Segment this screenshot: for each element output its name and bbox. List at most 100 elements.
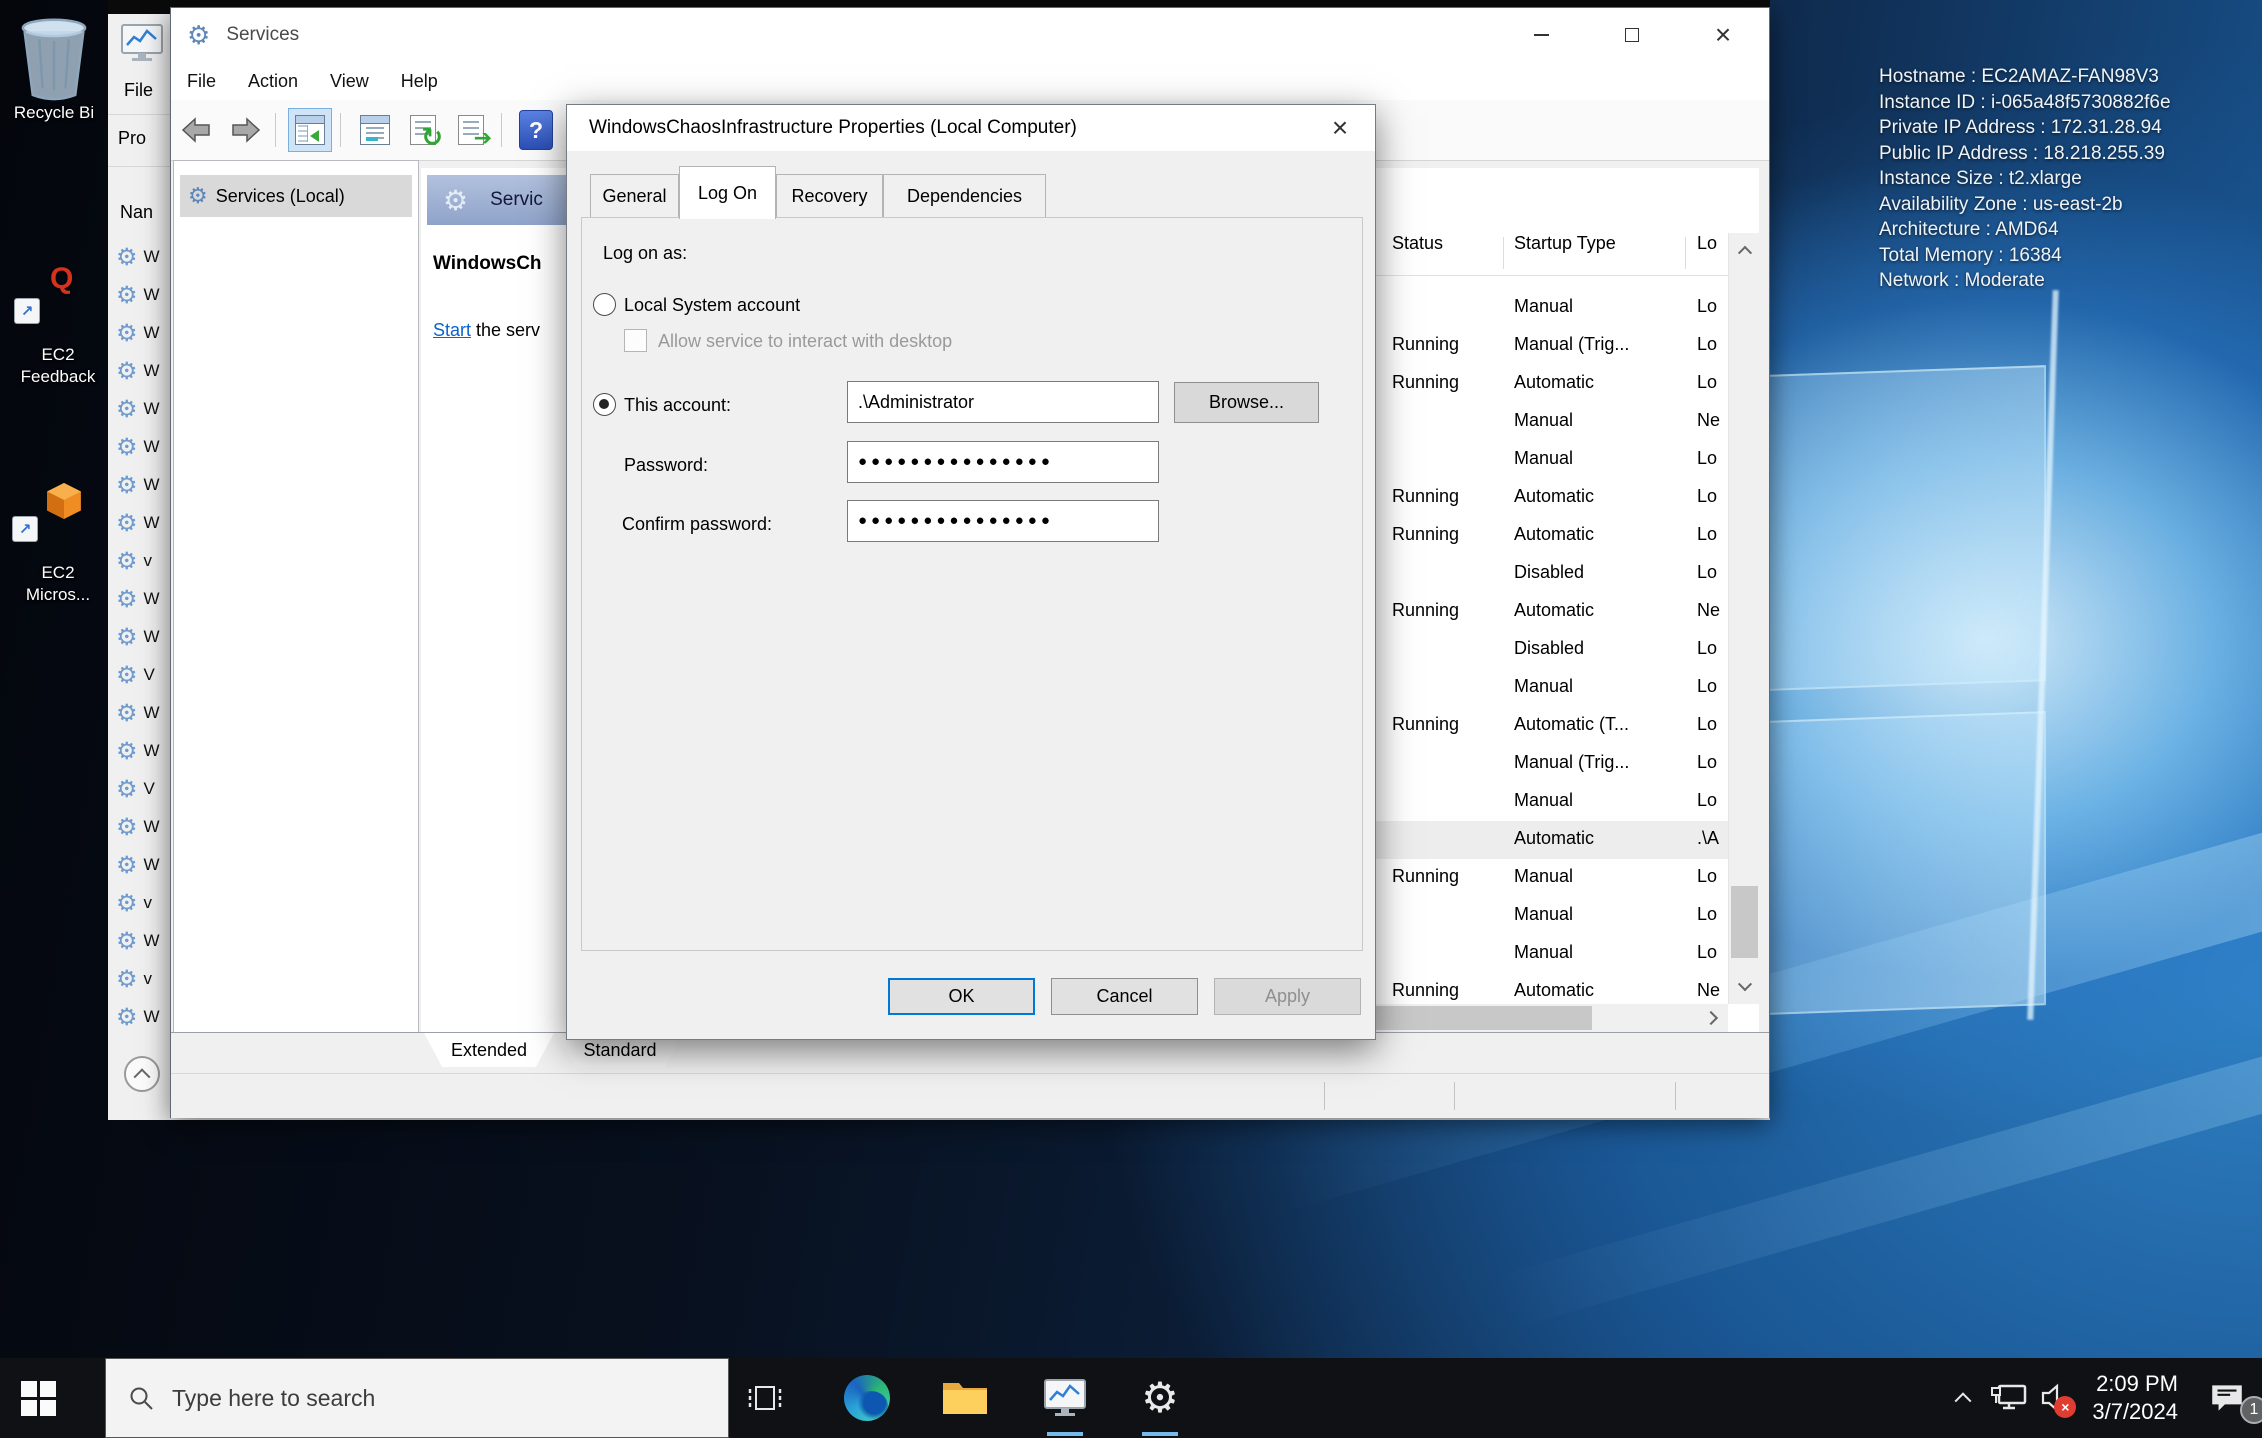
- local-system-radio[interactable]: [593, 293, 616, 316]
- scrollbar-thumb[interactable]: [1731, 886, 1758, 958]
- start-button[interactable]: [0, 1358, 76, 1438]
- this-account-radio[interactable]: [593, 393, 616, 416]
- tab-extended[interactable]: Extended: [424, 1033, 554, 1067]
- service-list-row[interactable]: Manual Lo: [1372, 783, 1728, 821]
- service-list-row[interactable]: Disabled Lo: [1372, 555, 1728, 593]
- service-list-row[interactable]: Automatic .\A: [1372, 821, 1728, 859]
- services-list-panel: Status Startup Type Lo Manual Lo Running…: [1371, 168, 1759, 1032]
- chevron-right-icon: [1704, 1011, 1718, 1025]
- system-info-line: Instance Size : t2.xlarge: [1879, 166, 2259, 192]
- start-service-link[interactable]: Start: [433, 320, 471, 340]
- confirm-password-label: Confirm password:: [622, 514, 772, 535]
- bg-menu-file[interactable]: File: [124, 80, 153, 101]
- service-list-row[interactable]: Running Manual Lo: [1372, 859, 1728, 897]
- cell-startup-type: Manual: [1514, 866, 1682, 887]
- menu-item[interactable]: File: [171, 71, 232, 92]
- service-list-row[interactable]: Manual Lo: [1372, 669, 1728, 707]
- services-titlebar[interactable]: ⚙ Services ×: [171, 8, 1769, 62]
- task-view-icon: [746, 1381, 784, 1415]
- service-list-row[interactable]: Running Automatic (T... Lo: [1372, 707, 1728, 745]
- file-explorer-button[interactable]: [935, 1358, 995, 1438]
- interact-desktop-checkbox[interactable]: [624, 329, 647, 352]
- vertical-scrollbar[interactable]: [1728, 233, 1760, 1004]
- service-list-row[interactable]: Running Automatic Lo: [1372, 479, 1728, 517]
- column-header-startup-type[interactable]: Startup Type: [1514, 233, 1682, 254]
- cancel-button[interactable]: Cancel: [1051, 978, 1198, 1015]
- help-button[interactable]: ?: [514, 108, 558, 152]
- edge-button[interactable]: [837, 1358, 897, 1438]
- desktop-icon-ec2-microservice[interactable]: ↗ EC2 Micros...: [6, 478, 110, 606]
- chevron-up-icon: [1955, 1392, 1972, 1409]
- dialog-titlebar[interactable]: WindowsChaosInfrastructure Properties (L…: [567, 105, 1375, 151]
- services-app-button[interactable]: ⚙: [1130, 1358, 1190, 1438]
- service-list-row[interactable]: Manual Lo: [1372, 441, 1728, 479]
- column-header-log-on-as[interactable]: Lo: [1697, 233, 1727, 254]
- log-on-tab-page: [581, 217, 1363, 951]
- browse-button[interactable]: Browse...: [1174, 382, 1319, 423]
- tray-expand-button[interactable]: [1940, 1358, 1986, 1438]
- cell-log-on-as: Lo: [1697, 866, 1727, 887]
- service-list-row[interactable]: Running Manual (Trig... Lo: [1372, 327, 1728, 365]
- service-list-row[interactable]: Disabled Lo: [1372, 631, 1728, 669]
- service-list-row[interactable]: Manual Lo: [1372, 289, 1728, 327]
- scroll-up-arrow[interactable]: [1729, 233, 1760, 267]
- back-button[interactable]: [175, 108, 219, 152]
- tab-log-on[interactable]: Log On: [679, 166, 776, 219]
- scroll-up-button[interactable]: [124, 1056, 160, 1092]
- service-list-row[interactable]: Manual Lo: [1372, 935, 1728, 973]
- scroll-down-arrow[interactable]: [1729, 970, 1760, 1004]
- taskbar-search[interactable]: [105, 1358, 729, 1438]
- column-header-status[interactable]: Status: [1392, 233, 1500, 254]
- clock-time: 2:09 PM: [2092, 1370, 2178, 1398]
- minimize-button[interactable]: [1509, 8, 1573, 62]
- service-list-row[interactable]: Running Automatic Lo: [1372, 365, 1728, 403]
- task-view-button[interactable]: [735, 1358, 795, 1438]
- menu-item[interactable]: View: [314, 71, 385, 92]
- tab-dependencies[interactable]: Dependencies: [883, 174, 1046, 218]
- ok-button[interactable]: OK: [888, 978, 1035, 1015]
- horizontal-scrollbar[interactable]: [1374, 1004, 1728, 1032]
- service-list-row[interactable]: Manual Lo: [1372, 897, 1728, 935]
- show-console-tree-button[interactable]: [288, 108, 332, 152]
- network-status[interactable]: [1986, 1358, 2032, 1438]
- chevron-down-icon: [1737, 977, 1751, 991]
- service-gear-icon: ⚙: [116, 889, 138, 918]
- notification-badge: 1: [2240, 1396, 2262, 1424]
- account-input[interactable]: [847, 381, 1159, 423]
- menu-item[interactable]: Action: [232, 71, 314, 92]
- refresh-button[interactable]: ↻: [401, 108, 445, 152]
- server-manager-button[interactable]: [1035, 1358, 1095, 1438]
- scroll-right-arrow[interactable]: [1694, 1004, 1728, 1032]
- taskbar-clock[interactable]: 2:09 PM 3/7/2024: [2092, 1370, 2178, 1426]
- service-gear-icon: ⚙: [116, 623, 138, 652]
- service-list-row[interactable]: Manual Ne: [1372, 403, 1728, 441]
- service-list-row[interactable]: Running Automatic Lo: [1372, 517, 1728, 555]
- apply-button[interactable]: Apply: [1214, 978, 1361, 1015]
- dialog-close-button[interactable]: ×: [1311, 105, 1369, 151]
- forward-button[interactable]: [223, 108, 267, 152]
- maximize-button[interactable]: [1600, 8, 1664, 62]
- bg-name-column-header[interactable]: Nan: [120, 202, 153, 223]
- action-center-button[interactable]: 1: [2192, 1358, 2262, 1438]
- desktop-icon-recycle-bin[interactable]: Recycle Bi: [4, 16, 104, 124]
- service-list-row[interactable]: Running Automatic Ne: [1372, 593, 1728, 631]
- service-list-row[interactable]: Manual (Trig... Lo: [1372, 745, 1728, 783]
- menu-item[interactable]: Help: [385, 71, 454, 92]
- scrollbar-thumb[interactable]: [1374, 1006, 1592, 1030]
- services-gear-icon: ⚙: [188, 183, 208, 209]
- volume-muted[interactable]: ×: [2032, 1358, 2078, 1438]
- password-input[interactable]: ●●●●●●●●●●●●●●●: [847, 441, 1159, 483]
- tab-general[interactable]: General: [590, 174, 679, 218]
- search-input[interactable]: [170, 1384, 654, 1413]
- service-name-fragment: v: [144, 551, 153, 571]
- close-button[interactable]: ×: [1691, 8, 1755, 62]
- tree-item-services-local[interactable]: ⚙ Services (Local): [180, 175, 412, 217]
- tab-recovery[interactable]: Recovery: [776, 174, 883, 218]
- confirm-password-input[interactable]: ●●●●●●●●●●●●●●●: [847, 500, 1159, 542]
- maximize-icon: [1625, 28, 1639, 42]
- bg-toolbar-label[interactable]: Pro: [118, 128, 146, 149]
- perfmon-icon: [1041, 1375, 1089, 1421]
- export-list-button[interactable]: ➔: [449, 108, 493, 152]
- properties-button[interactable]: [353, 108, 397, 152]
- desktop-icon-ec2-feedback[interactable]: Q ↗ EC2 Feedback: [6, 262, 110, 388]
